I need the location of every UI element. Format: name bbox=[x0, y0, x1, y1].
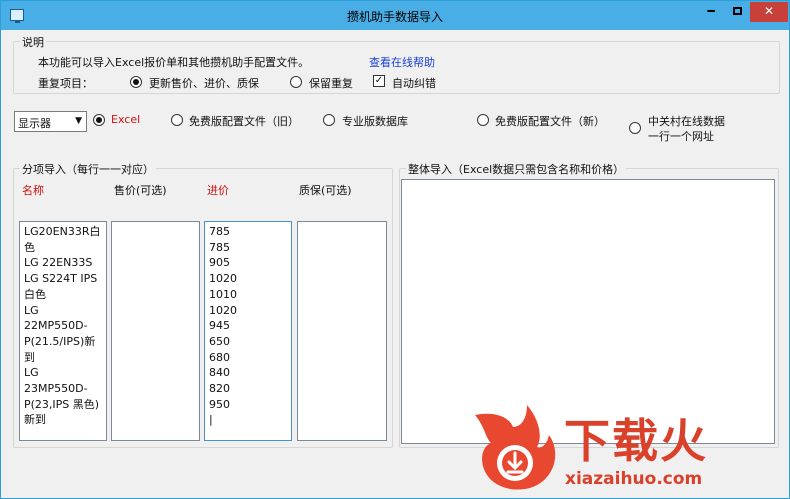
category-select-value: 显示器 bbox=[18, 117, 51, 130]
radio-source-pro-db-label[interactable]: 专业版数据库 bbox=[342, 113, 408, 129]
category-select[interactable]: 显示器 ▼ bbox=[14, 111, 87, 132]
flame-logo-icon bbox=[475, 405, 556, 490]
radio-keep-repeats[interactable] bbox=[290, 76, 302, 88]
help-link[interactable]: 查看在线帮助 bbox=[369, 54, 435, 70]
radio-source-zol-label-line1[interactable]: 中关村在线数据 bbox=[648, 113, 725, 129]
radio-update-repeats[interactable] bbox=[130, 76, 142, 88]
radio-source-free-old[interactable] bbox=[171, 114, 183, 126]
radio-source-zol[interactable] bbox=[629, 122, 641, 134]
title-bar[interactable]: 攒机助手数据导入 ━ ✕ bbox=[1, 1, 789, 30]
description-text: 本功能可以导入Excel报价单和其他攒机助手配置文件。 bbox=[38, 56, 310, 69]
brand-name: 下载火 bbox=[564, 414, 708, 468]
radio-source-excel-label[interactable]: Excel bbox=[111, 113, 140, 126]
price-textarea[interactable] bbox=[111, 221, 200, 441]
col-warranty-label: 质保(可选) bbox=[299, 184, 352, 197]
auto-correct-checkbox[interactable]: ✓ bbox=[373, 75, 385, 87]
import-window: 攒机助手数据导入 ━ ✕ 说明 本功能可以导入Excel报价单和其他攒机助手配置… bbox=[0, 0, 790, 499]
repeat-label: 重复项目： bbox=[38, 77, 93, 90]
radio-source-zol-label-line2[interactable]: 一行一个网址 bbox=[648, 128, 714, 144]
radio-keep-repeats-label[interactable]: 保留重复 bbox=[309, 75, 353, 91]
warranty-textarea[interactable] bbox=[297, 221, 387, 441]
name-textarea[interactable]: LG20EN33R白色 LG 22EN33S LG S224T IPS白色 LG… bbox=[19, 221, 107, 441]
split-import-title: 分项导入（每行一一对应） bbox=[20, 161, 156, 177]
info-group-title: 说明 bbox=[20, 34, 46, 50]
window-title: 攒机助手数据导入 bbox=[346, 10, 443, 24]
cost-textarea[interactable]: 785 785 905 1020 1010 1020 945 650 680 8… bbox=[204, 221, 292, 441]
col-price-label: 售价(可选) bbox=[114, 184, 167, 197]
brand-url: xiazaihuo.com bbox=[565, 469, 703, 489]
maximize-button[interactable] bbox=[724, 2, 750, 22]
radio-source-free-new[interactable] bbox=[477, 114, 489, 126]
maximize-icon bbox=[732, 7, 742, 15]
col-cost-label: 进价 bbox=[207, 184, 229, 197]
radio-source-free-old-label[interactable]: 免费版配置文件（旧） bbox=[189, 113, 299, 129]
radio-source-pro-db[interactable] bbox=[323, 114, 335, 126]
whole-import-title: 整体导入（Excel数据只需包含名称和价格） bbox=[406, 161, 627, 177]
minimize-button[interactable]: ━ bbox=[698, 2, 724, 22]
auto-correct-label[interactable]: 自动纠错 bbox=[392, 75, 436, 91]
brand-watermark: 下载火 xiazaihuo.com bbox=[469, 397, 787, 497]
col-name-label: 名称 bbox=[22, 184, 44, 197]
radio-source-excel[interactable] bbox=[93, 114, 105, 126]
radio-source-free-new-label[interactable]: 免费版配置文件（新） bbox=[495, 113, 605, 129]
chevron-down-icon: ▼ bbox=[75, 116, 82, 126]
radio-update-repeats-label[interactable]: 更新售价、进价、质保 bbox=[149, 75, 259, 91]
close-button[interactable]: ✕ bbox=[750, 2, 788, 22]
